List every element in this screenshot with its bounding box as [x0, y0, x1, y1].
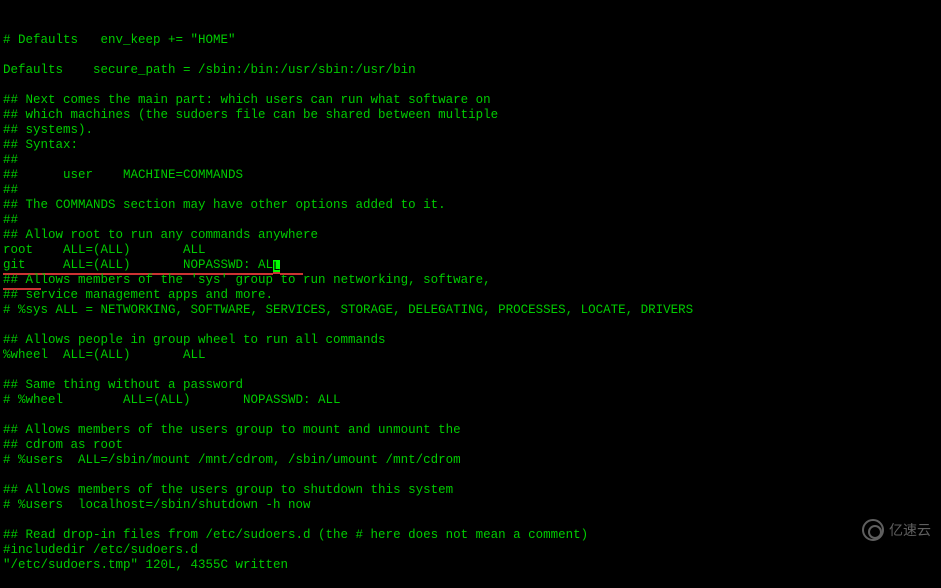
code-line: root ALL=(ALL) ALL — [3, 243, 938, 258]
code-line: #includedir /etc/sudoers.d — [3, 543, 938, 558]
code-line: ## which machines (the sudoers file can … — [3, 108, 938, 123]
code-line: # %users ALL=/sbin/mount /mnt/cdrom, /sb… — [3, 453, 938, 468]
code-line: ## — [3, 213, 938, 228]
code-line: ## — [3, 153, 938, 168]
code-line: ## Next comes the main part: which users… — [3, 93, 938, 108]
code-line: ## Allows members of the users group to … — [3, 423, 938, 438]
code-line: %wheel ALL=(ALL) ALL — [3, 348, 938, 363]
cursor-line: git ALL=(ALL) NOPASSWD: ALL — [3, 258, 938, 273]
code-line: # %sys ALL = NETWORKING, SOFTWARE, SERVI… — [3, 303, 938, 318]
code-line: ## The COMMANDS section may have other o… — [3, 198, 938, 213]
watermark-text: 亿速云 — [889, 523, 931, 538]
code-line: ## — [3, 183, 938, 198]
code-line: # %users localhost=/sbin/shutdown -h now — [3, 498, 938, 513]
code-line — [3, 78, 938, 93]
code-line — [3, 468, 938, 483]
cloud-icon — [862, 519, 884, 541]
code-line — [3, 363, 938, 378]
code-line: ## user MACHINE=COMMANDS — [3, 168, 938, 183]
code-line: ## Read drop-in files from /etc/sudoers.… — [3, 528, 938, 543]
code-line — [3, 48, 938, 63]
code-line: Defaults secure_path = /sbin:/bin:/usr/s… — [3, 63, 938, 78]
code-line: ## Allow root to run any commands anywhe… — [3, 228, 938, 243]
code-line — [3, 408, 938, 423]
file-content: # Defaults env_keep += "HOME" Defaults s… — [3, 33, 938, 573]
code-line: # %wheel ALL=(ALL) NOPASSWD: ALL — [3, 393, 938, 408]
code-line: ## Syntax: — [3, 138, 938, 153]
code-line: # Defaults env_keep += "HOME" — [3, 33, 938, 48]
watermark-logo: 亿速云 — [862, 519, 931, 541]
editor-status-line: "/etc/sudoers.tmp" 120L, 4355C written — [3, 558, 938, 573]
code-line: ## Allows members of the 'sys' group to … — [3, 273, 938, 288]
code-line: ## service management apps and more. — [3, 288, 938, 303]
code-line: ## Allows members of the users group to … — [3, 483, 938, 498]
code-line: ## cdrom as root — [3, 438, 938, 453]
terminal-editor[interactable]: # Defaults env_keep += "HOME" Defaults s… — [3, 3, 938, 588]
text-cursor: L — [273, 260, 280, 274]
code-line: ## systems). — [3, 123, 938, 138]
code-line: ## Allows people in group wheel to run a… — [3, 333, 938, 348]
code-line: ## Same thing without a password — [3, 378, 938, 393]
code-line — [3, 513, 938, 528]
code-line — [3, 318, 938, 333]
